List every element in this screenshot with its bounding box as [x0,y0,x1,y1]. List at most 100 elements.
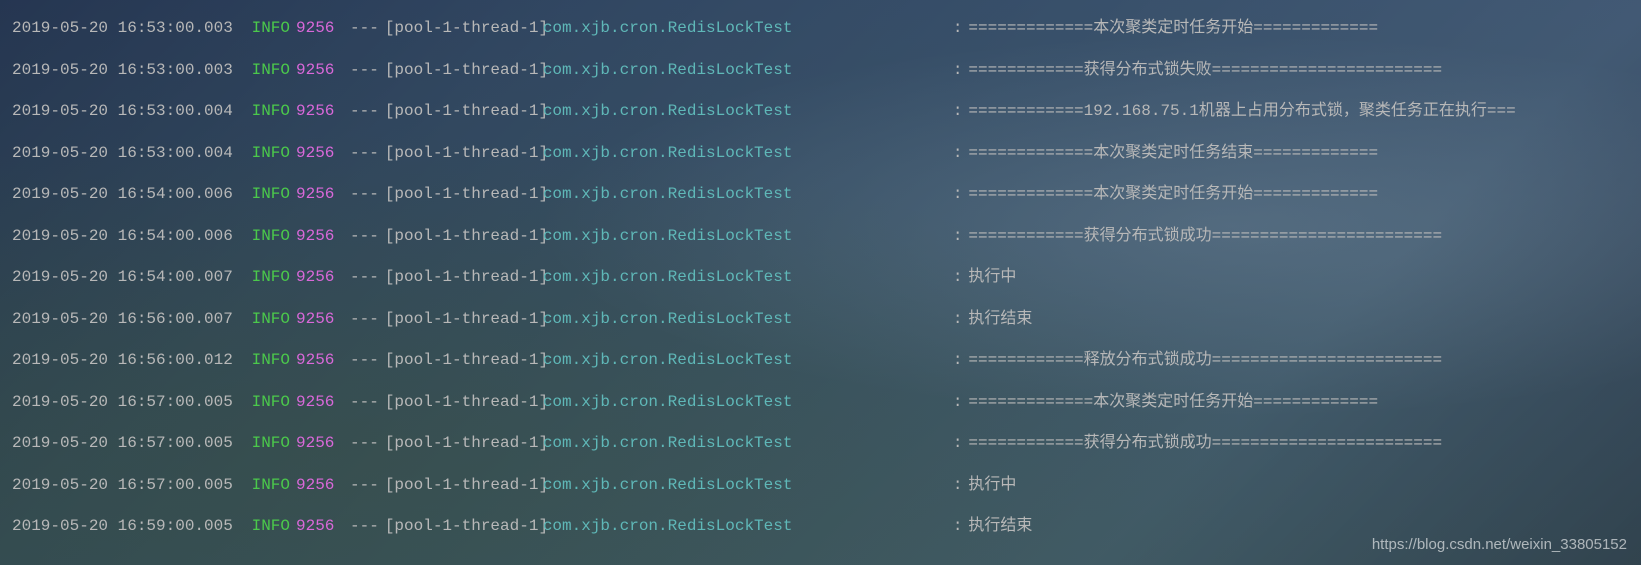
log-timestamp: 2019-05-20 16:53:00.003 [12,8,244,50]
log-line: 2019-05-20 16:56:00.012INFO9256---[pool-… [12,340,1629,382]
log-pid: 9256 [296,216,344,258]
log-level: INFO [244,257,290,299]
log-separator: --- [350,216,379,258]
log-level: INFO [244,50,290,92]
log-message: ============获得分布式锁成功====================… [968,423,1442,465]
log-colon: : [953,382,963,424]
log-colon: : [953,174,963,216]
log-separator: --- [350,382,379,424]
log-separator: --- [350,423,379,465]
log-message: =============本次聚类定时任务开始============= [968,382,1378,424]
log-timestamp: 2019-05-20 16:54:00.006 [12,174,244,216]
log-pid: 9256 [296,423,344,465]
log-colon: : [953,8,963,50]
log-logger: com.xjb.cron.RedisLockTest [543,50,953,92]
log-line: 2019-05-20 16:53:00.003INFO9256---[pool-… [12,8,1629,50]
log-colon: : [953,340,963,382]
log-colon: : [953,50,963,92]
log-thread: [pool-1-thread-1] [385,50,543,92]
log-colon: : [953,299,963,341]
log-message: ============192.168.75.1机器上占用分布式锁，聚类任务正在… [968,91,1515,133]
log-logger: com.xjb.cron.RedisLockTest [543,299,953,341]
log-level: INFO [244,382,290,424]
log-timestamp: 2019-05-20 16:53:00.004 [12,91,244,133]
log-pid: 9256 [296,257,344,299]
log-pid: 9256 [296,174,344,216]
log-pid: 9256 [296,8,344,50]
log-thread: [pool-1-thread-1] [385,299,543,341]
log-message: =============本次聚类定时任务结束============= [968,133,1378,175]
log-pid: 9256 [296,299,344,341]
log-thread: [pool-1-thread-1] [385,8,543,50]
log-separator: --- [350,91,379,133]
log-thread: [pool-1-thread-1] [385,174,543,216]
log-level: INFO [244,340,290,382]
log-thread: [pool-1-thread-1] [385,382,543,424]
log-pid: 9256 [296,340,344,382]
watermark-text: https://blog.csdn.net/weixin_33805152 [1372,536,1627,553]
log-line: 2019-05-20 16:57:00.005INFO9256---[pool-… [12,423,1629,465]
log-timestamp: 2019-05-20 16:54:00.007 [12,257,244,299]
log-level: INFO [244,133,290,175]
log-pid: 9256 [296,465,344,507]
log-line: 2019-05-20 16:54:00.007INFO9256---[pool-… [12,257,1629,299]
log-thread: [pool-1-thread-1] [385,133,543,175]
log-line: 2019-05-20 16:54:00.006INFO9256---[pool-… [12,216,1629,258]
log-timestamp: 2019-05-20 16:53:00.003 [12,50,244,92]
log-logger: com.xjb.cron.RedisLockTest [543,216,953,258]
log-line: 2019-05-20 16:53:00.004INFO9256---[pool-… [12,133,1629,175]
log-message: =============本次聚类定时任务开始============= [968,174,1378,216]
log-logger: com.xjb.cron.RedisLockTest [543,174,953,216]
log-separator: --- [350,50,379,92]
log-pid: 9256 [296,506,344,548]
log-thread: [pool-1-thread-1] [385,506,543,548]
log-level: INFO [244,216,290,258]
log-logger: com.xjb.cron.RedisLockTest [543,8,953,50]
log-timestamp: 2019-05-20 16:59:00.005 [12,506,244,548]
log-level: INFO [244,299,290,341]
log-message: 执行中 [968,465,1016,507]
log-thread: [pool-1-thread-1] [385,465,543,507]
log-logger: com.xjb.cron.RedisLockTest [543,133,953,175]
log-message: ============获得分布式锁失败====================… [968,50,1442,92]
log-level: INFO [244,423,290,465]
log-colon: : [953,133,963,175]
log-line: 2019-05-20 16:57:00.005INFO9256---[pool-… [12,465,1629,507]
log-logger: com.xjb.cron.RedisLockTest [543,340,953,382]
log-logger: com.xjb.cron.RedisLockTest [543,423,953,465]
log-logger: com.xjb.cron.RedisLockTest [543,506,953,548]
log-message: 执行中 [968,257,1016,299]
log-colon: : [953,465,963,507]
log-separator: --- [350,257,379,299]
log-separator: --- [350,8,379,50]
log-thread: [pool-1-thread-1] [385,340,543,382]
log-thread: [pool-1-thread-1] [385,257,543,299]
log-output-panel: 2019-05-20 16:53:00.003INFO9256---[pool-… [0,0,1641,556]
log-level: INFO [244,465,290,507]
log-thread: [pool-1-thread-1] [385,423,543,465]
log-level: INFO [244,91,290,133]
log-logger: com.xjb.cron.RedisLockTest [543,91,953,133]
log-timestamp: 2019-05-20 16:54:00.006 [12,216,244,258]
log-colon: : [953,91,963,133]
log-pid: 9256 [296,382,344,424]
log-logger: com.xjb.cron.RedisLockTest [543,382,953,424]
log-pid: 9256 [296,91,344,133]
log-message: ============获得分布式锁成功====================… [968,216,1442,258]
log-timestamp: 2019-05-20 16:56:00.007 [12,299,244,341]
log-timestamp: 2019-05-20 16:53:00.004 [12,133,244,175]
log-separator: --- [350,506,379,548]
log-message: 执行结束 [968,299,1032,341]
log-level: INFO [244,506,290,548]
log-message: 执行结束 [968,506,1032,548]
log-line: 2019-05-20 16:53:00.004INFO9256---[pool-… [12,91,1629,133]
log-level: INFO [244,174,290,216]
log-thread: [pool-1-thread-1] [385,216,543,258]
log-line: 2019-05-20 16:57:00.005INFO9256---[pool-… [12,382,1629,424]
log-timestamp: 2019-05-20 16:57:00.005 [12,382,244,424]
log-colon: : [953,423,963,465]
log-separator: --- [350,340,379,382]
log-line: 2019-05-20 16:53:00.003INFO9256---[pool-… [12,50,1629,92]
log-message: =============本次聚类定时任务开始============= [968,8,1378,50]
log-timestamp: 2019-05-20 16:56:00.012 [12,340,244,382]
